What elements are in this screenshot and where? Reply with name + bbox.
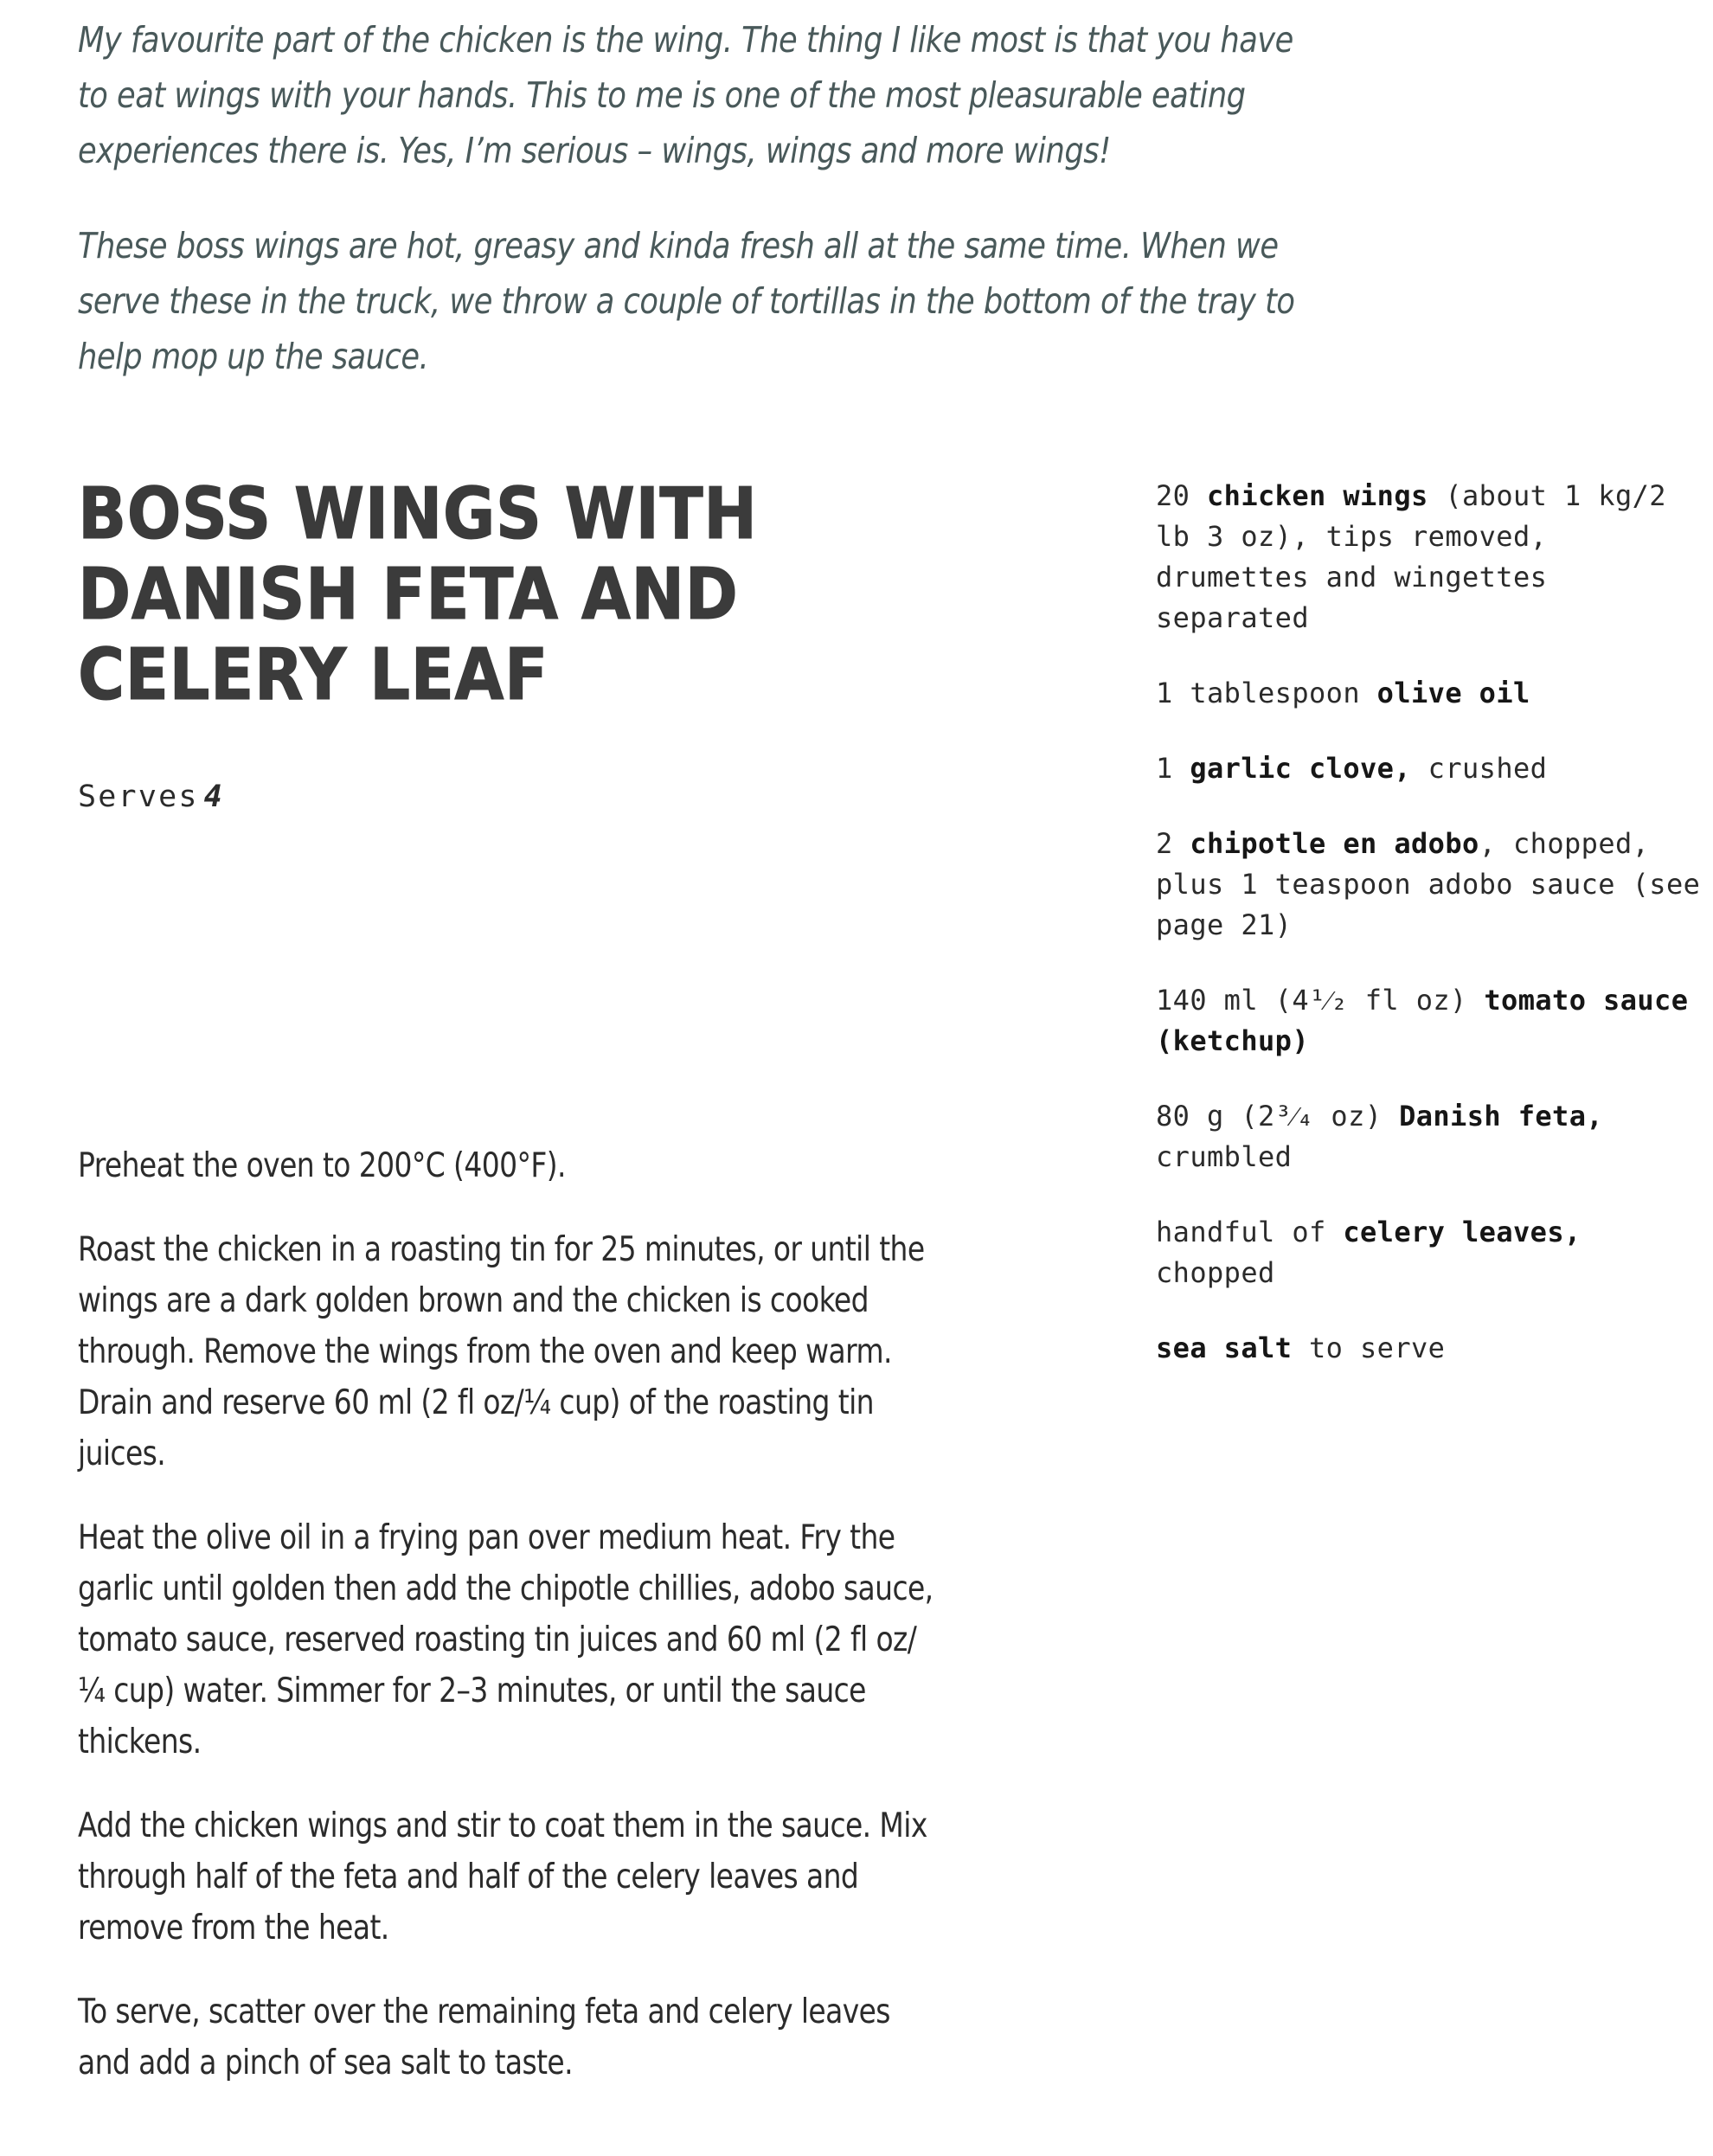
- ingredient-item: 2 chipotle en adobo, chopped, plus 1 tea…: [1156, 824, 1701, 946]
- ingredient-detail: 1: [1156, 752, 1190, 785]
- serves-count: 4: [203, 780, 222, 814]
- page-title-line: CELERY LEAF: [78, 634, 549, 716]
- recipe-body: BOSS WINGS WITH DANISH FETA AND CELERY L…: [0, 0, 1713, 2156]
- ingredient-item: 1 garlic clove, crushed: [1156, 748, 1701, 789]
- method-step: Roast the chicken in a roasting tin for …: [78, 1230, 925, 1473]
- ingredients-list: 20 chicken wings (about 1 kg/2 lb 3 oz),…: [1156, 476, 1701, 1369]
- ingredient-detail: handful of: [1156, 1216, 1344, 1248]
- page-title-line: DANISH FETA AND: [78, 554, 739, 636]
- method-step: Heat the olive oil in a frying pan over …: [78, 1518, 933, 1761]
- method-step: To serve, scatter over the remaining fet…: [78, 1992, 890, 2082]
- serves-line: Serves 4: [78, 780, 222, 814]
- ingredient-detail: 2: [1156, 827, 1190, 860]
- method-steps: Preheat the oven to 200°C (400°F). Roast…: [78, 1140, 943, 2121]
- serves-label: Serves: [78, 780, 199, 814]
- ingredient-name: celery leaves,: [1343, 1216, 1581, 1248]
- ingredient-item: 1 tablespoon olive oil: [1156, 673, 1701, 714]
- ingredient-name: chicken wings: [1207, 479, 1428, 512]
- ingredient-item: sea salt to serve: [1156, 1328, 1701, 1369]
- ingredient-detail: crumbled: [1156, 1140, 1293, 1173]
- ingredient-name: chipotle en adobo: [1190, 827, 1479, 860]
- ingredient-detail: 80 g (2³⁄₄ oz): [1156, 1100, 1400, 1133]
- ingredient-detail: crushed: [1411, 752, 1548, 785]
- ingredient-name: garlic clove,: [1190, 752, 1411, 785]
- ingredient-item: 20 chicken wings (about 1 kg/2 lb 3 oz),…: [1156, 476, 1701, 638]
- ingredient-detail: 140 ml (4¹⁄₂ fl oz): [1156, 984, 1485, 1017]
- page-title: BOSS WINGS WITH DANISH FETA AND CELERY L…: [78, 473, 908, 716]
- ingredient-item: handful of celery leaves, chopped: [1156, 1212, 1701, 1293]
- page-title-line: BOSS WINGS WITH: [78, 473, 758, 555]
- ingredient-detail: chopped: [1156, 1256, 1275, 1289]
- recipe-left-column: BOSS WINGS WITH DANISH FETA AND CELERY L…: [78, 473, 908, 814]
- method-step: Preheat the oven to 200°C (400°F).: [78, 1146, 566, 1185]
- method-step: Add the chicken wings and stir to coat t…: [78, 1806, 927, 1947]
- ingredient-detail: to serve: [1292, 1331, 1446, 1364]
- ingredient-item: 140 ml (4¹⁄₂ fl oz) tomato sauce (ketchu…: [1156, 980, 1701, 1062]
- ingredient-detail: 1 tablespoon: [1156, 677, 1377, 709]
- ingredient-name: olive oil: [1376, 677, 1530, 709]
- ingredient-item: 80 g (2³⁄₄ oz) Danish feta, crumbled: [1156, 1096, 1701, 1177]
- ingredient-name: sea salt: [1156, 1331, 1293, 1364]
- ingredient-detail: 20: [1156, 479, 1207, 512]
- ingredient-name: Danish feta,: [1399, 1100, 1604, 1133]
